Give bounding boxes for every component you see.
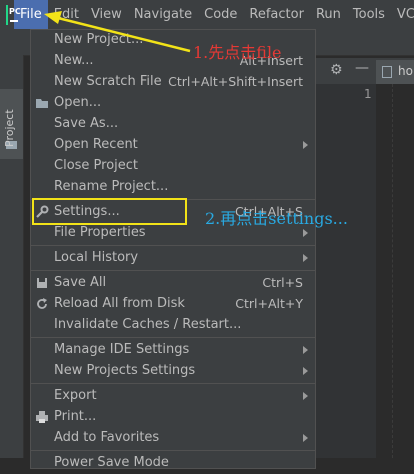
arrow-annotation [44,11,191,53]
annotation-step1: 1.先点击file [193,43,282,62]
annotation-step2: 2.再点击settings... [205,209,348,228]
